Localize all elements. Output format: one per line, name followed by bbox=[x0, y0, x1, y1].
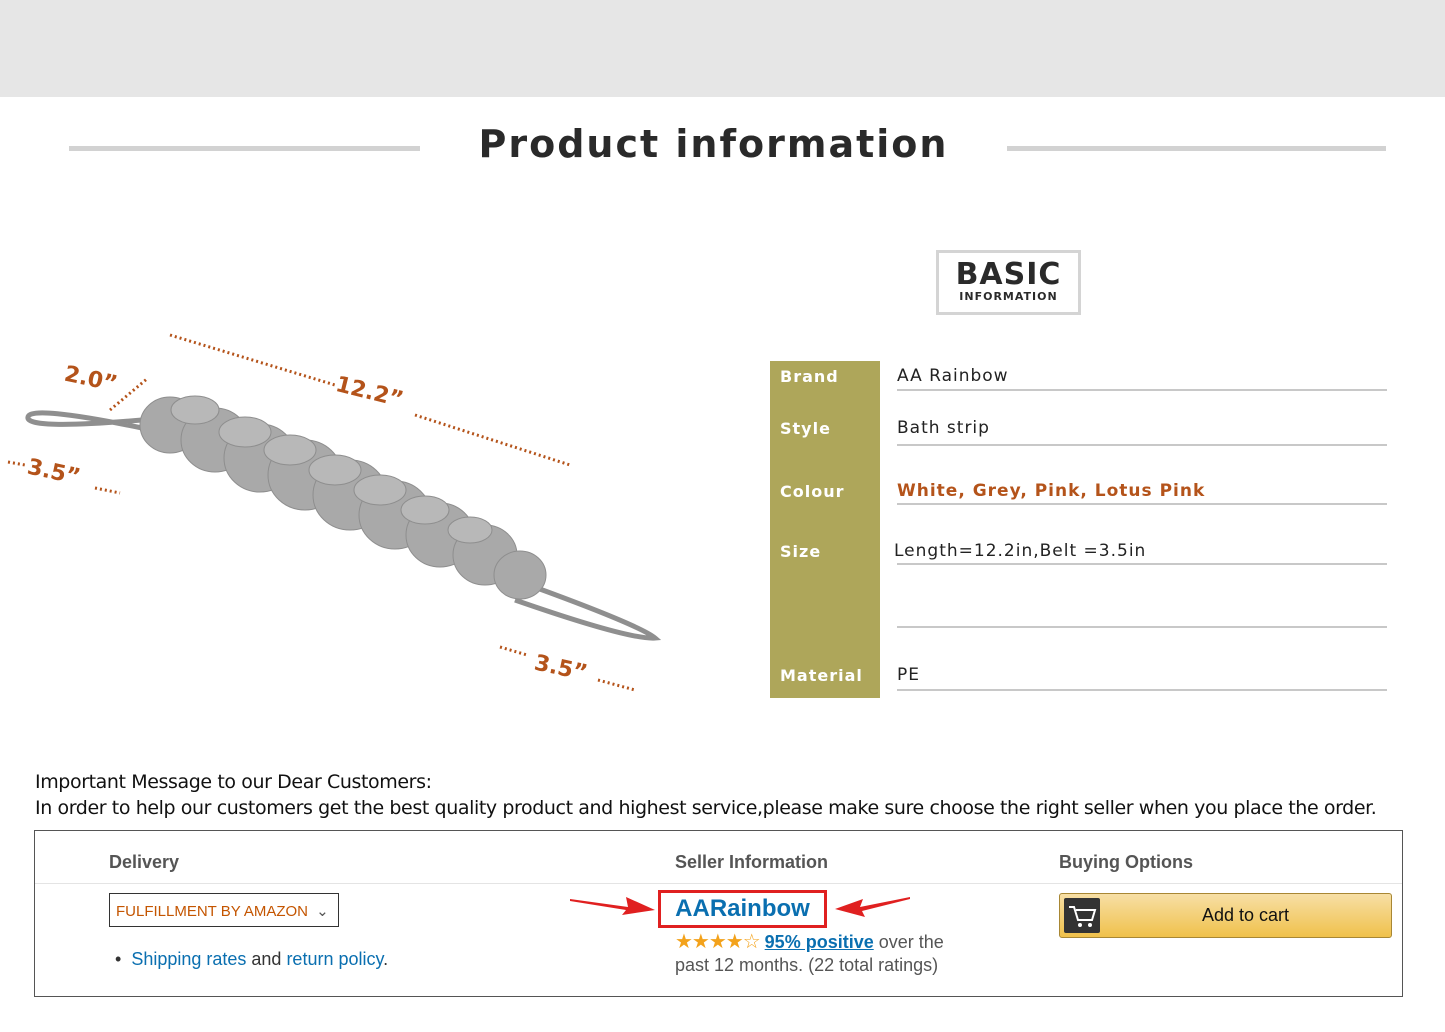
add-to-cart-label: Add to cart bbox=[1201, 905, 1290, 925]
spec-divider bbox=[897, 563, 1387, 565]
seller-rating: ★★★★☆ 95% positive over the bbox=[675, 929, 944, 954]
period-text: . bbox=[383, 949, 389, 969]
header-divider bbox=[35, 883, 1402, 884]
page-title: Product information bbox=[478, 122, 949, 166]
basic-information-badge: BASIC INFORMATION bbox=[936, 250, 1081, 315]
spec-value-brand: AA Rainbow bbox=[897, 366, 1009, 386]
offer-listing-panel: Delivery Seller Information Buying Optio… bbox=[34, 830, 1403, 997]
fulfillment-dropdown[interactable]: FULFILLMENT BY AMAZON ⌄ bbox=[109, 893, 339, 927]
top-gray-band bbox=[0, 0, 1445, 97]
spec-label-size: Size bbox=[780, 542, 822, 561]
and-text: and bbox=[246, 949, 287, 969]
seller-info-header: Seller Information bbox=[675, 852, 829, 872]
spec-divider bbox=[897, 503, 1387, 505]
bath-strip-image bbox=[25, 395, 662, 641]
arrow-right-icon bbox=[570, 897, 655, 915]
spec-value-style: Bath strip bbox=[897, 418, 990, 438]
bullet-icon: • bbox=[115, 949, 122, 969]
message-body: In order to help our customers get the b… bbox=[35, 797, 1377, 819]
shipping-rates-link[interactable]: Shipping rates bbox=[131, 949, 246, 969]
delivery-header: Delivery bbox=[109, 852, 180, 872]
over-the-text: over the bbox=[873, 932, 944, 952]
spec-divider bbox=[897, 444, 1387, 446]
spec-label-style: Style bbox=[780, 419, 831, 438]
arrow-left-icon bbox=[835, 897, 910, 917]
shipping-policy-item: • Shipping rates and return policy. bbox=[115, 949, 388, 970]
spec-label-material: Material bbox=[780, 666, 863, 685]
positive-rating-link[interactable]: 95% positive bbox=[765, 932, 874, 952]
return-policy-link[interactable]: return policy bbox=[286, 949, 383, 969]
spec-value-colour: White, Grey, Pink, Lotus Pink bbox=[897, 481, 1206, 501]
badge-subtitle: INFORMATION bbox=[959, 290, 1058, 303]
cart-icon bbox=[1064, 898, 1100, 933]
star-rating-icon: ★★★★☆ bbox=[675, 931, 761, 953]
badge-title: BASIC bbox=[955, 257, 1062, 292]
rating-period-text: past 12 months. (22 total ratings) bbox=[675, 955, 939, 975]
left-hanging-loop bbox=[25, 410, 143, 431]
spec-label-column bbox=[770, 361, 880, 698]
spec-divider bbox=[897, 689, 1387, 691]
spec-value-material: PE bbox=[897, 665, 920, 685]
fulfillment-label: FULFILLMENT BY AMAZON bbox=[116, 903, 308, 920]
buying-options-header: Buying Options bbox=[1059, 852, 1193, 872]
spec-label-colour: Colour bbox=[780, 482, 845, 501]
spec-label-brand: Brand bbox=[780, 367, 839, 386]
seller-name-link[interactable]: AARainbow bbox=[658, 890, 827, 928]
chevron-down-icon: ⌄ bbox=[316, 903, 329, 920]
title-divider-right bbox=[1007, 146, 1386, 151]
message-heading: Important Message to our Dear Customers: bbox=[35, 771, 432, 793]
title-divider-left bbox=[69, 146, 420, 151]
spec-divider bbox=[897, 389, 1387, 391]
spec-divider bbox=[897, 626, 1387, 628]
spec-value-size: Length=12.2in,Belt =3.5in bbox=[894, 541, 1147, 561]
add-to-cart-button[interactable]: Add to cart bbox=[1059, 893, 1392, 938]
